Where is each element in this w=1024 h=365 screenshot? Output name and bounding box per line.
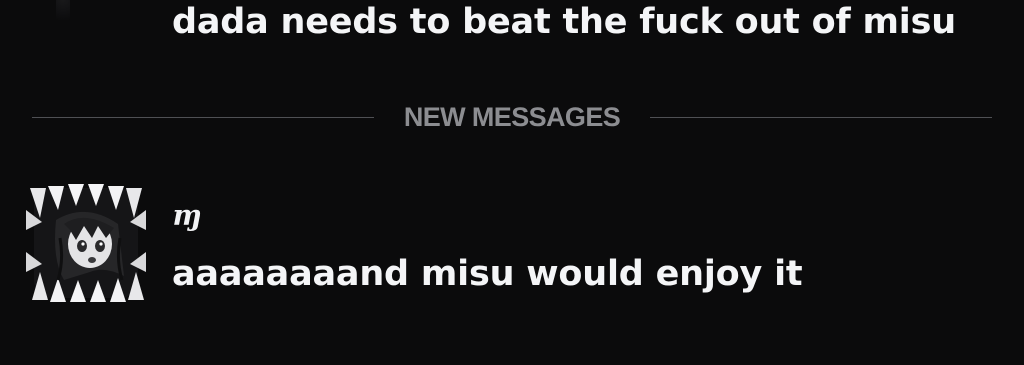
divider-line-right <box>650 117 992 118</box>
chat-area: dada needs to beat the fuck out of misu … <box>0 0 1024 365</box>
anime-girl-fangs-avatar-icon <box>24 180 148 304</box>
message-author[interactable]: ɱ <box>172 198 202 234</box>
new-messages-divider: NEW MESSAGES <box>32 100 992 134</box>
new-messages-label: NEW MESSAGES <box>403 102 621 132</box>
user-avatar[interactable] <box>24 180 148 304</box>
message-group: ɱ aaaaaaaand misu would enjoy it <box>0 176 1024 316</box>
divider-line-left <box>32 117 374 118</box>
previous-avatar-remnant <box>56 0 70 20</box>
previous-message-text: dada needs to beat the fuck out of misu <box>172 2 956 42</box>
message-text: aaaaaaaand misu would enjoy it <box>172 254 803 294</box>
